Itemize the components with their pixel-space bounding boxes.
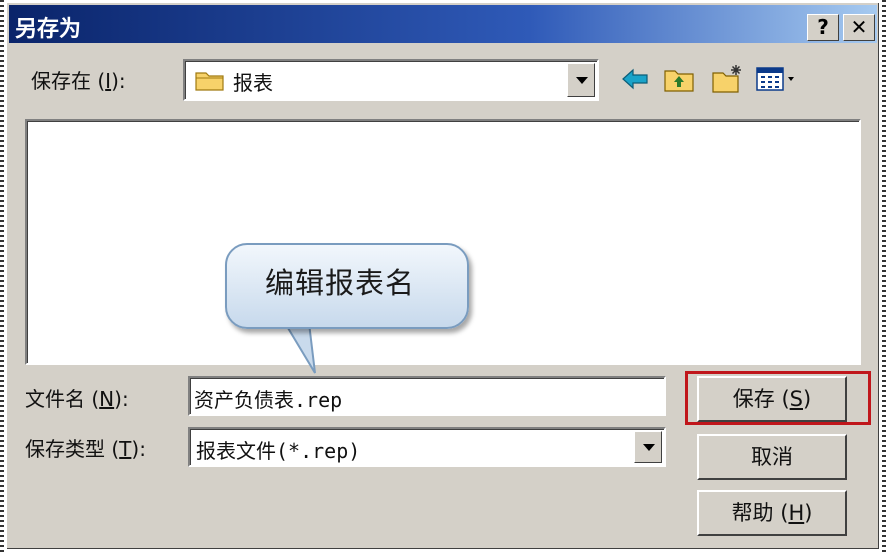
file-name-input[interactable]: 资产负债表.rep [188, 376, 666, 416]
save-in-dropdown-button[interactable] [567, 63, 595, 97]
close-title-button[interactable]: ✕ [843, 14, 875, 41]
help-title-button[interactable]: ? [807, 14, 839, 41]
left-border-dots [0, 0, 4, 552]
up-folder-icon[interactable] [663, 63, 695, 95]
title-bar[interactable]: 另存为 ? ✕ [9, 5, 877, 43]
right-border-dots [882, 0, 886, 552]
file-type-combo[interactable]: 报表文件(*.rep) [188, 427, 666, 467]
save-in-combo[interactable]: 报表 [183, 59, 599, 101]
cancel-button[interactable]: 取消 [697, 434, 847, 480]
callout-pointer [283, 321, 316, 374]
dialog-title: 另存为 [15, 17, 82, 42]
new-folder-icon[interactable] [711, 63, 743, 95]
save-in-value: 报表 [233, 71, 273, 95]
file-name-label: 文件名 (N): [25, 387, 129, 411]
file-type-label: 保存类型 (T): [25, 437, 146, 461]
help-button[interactable]: 帮助 (H) [697, 490, 847, 536]
file-type-dropdown-button[interactable] [634, 431, 662, 463]
callout-text: 编辑报表名 [265, 266, 416, 300]
save-button-highlight [685, 371, 871, 425]
save-in-label: 保存在 (I): [31, 69, 126, 93]
file-name-value: 资产负债表.rep [194, 388, 343, 412]
view-menu-icon[interactable] [755, 63, 801, 95]
file-type-value: 报表文件(*.rep) [196, 439, 361, 463]
folder-icon [195, 72, 224, 91]
save-as-dialog: 另存为 ? ✕ 保存在 (I): 报表 编辑报表名 文件名 (N): 资产负债表… [6, 2, 880, 550]
back-arrow-icon[interactable] [619, 63, 651, 95]
